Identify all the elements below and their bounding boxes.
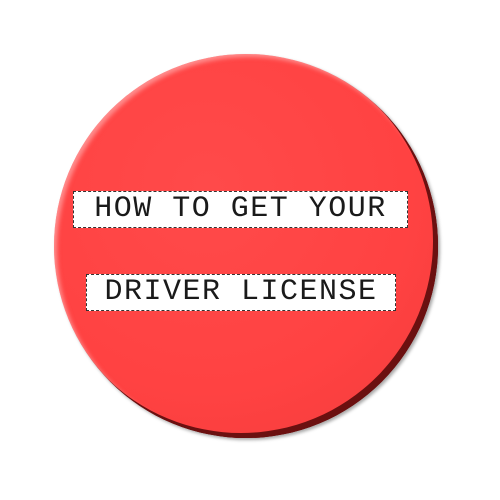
title-line-2: DRIVER LICENSE <box>86 274 396 311</box>
title-line-1: HOW TO GET YOUR <box>73 191 408 228</box>
red-circle-badge <box>54 54 438 438</box>
canvas: HOW TO GET YOUR DRIVER LICENSE <box>0 0 500 500</box>
